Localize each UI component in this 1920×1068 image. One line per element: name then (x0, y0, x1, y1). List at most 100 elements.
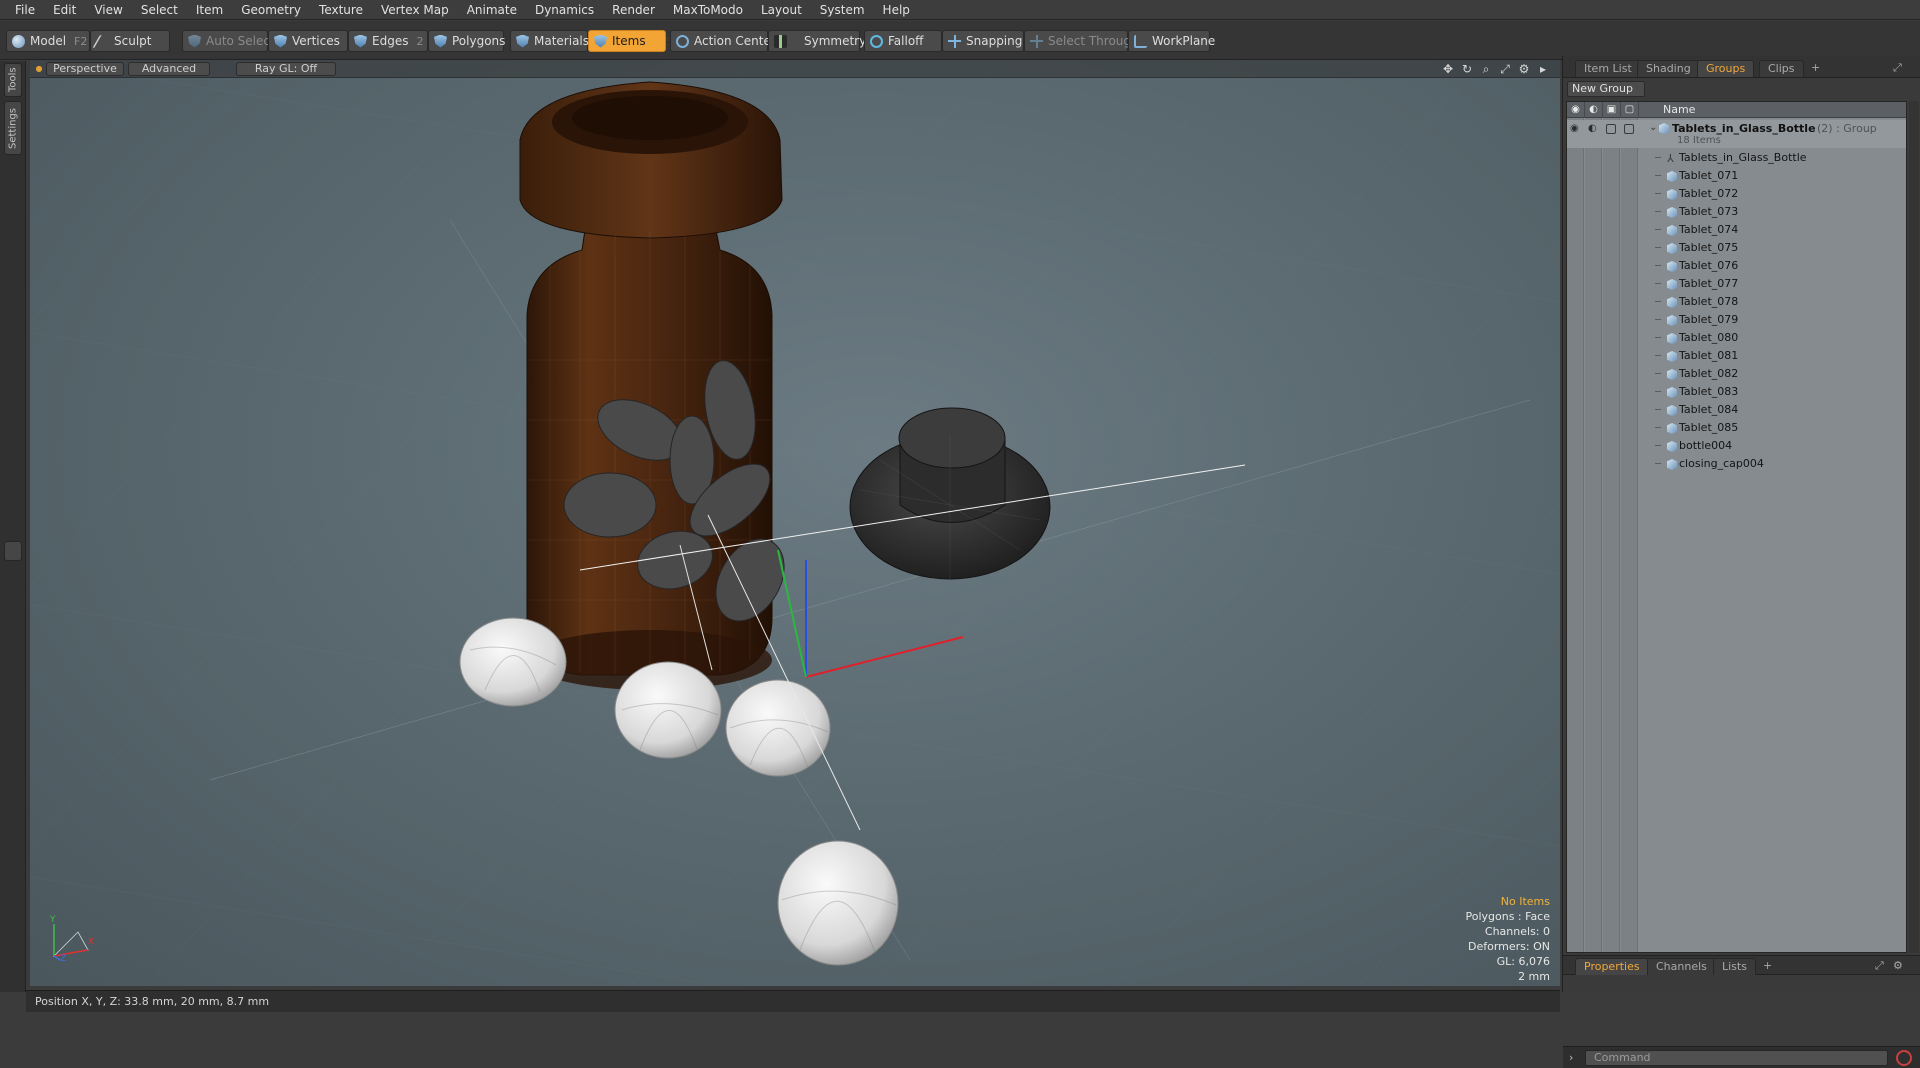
menu-vertex-map[interactable]: Vertex Map (372, 0, 458, 20)
tree-item-tablet-077[interactable]: Tablet_077 (1567, 275, 1906, 293)
menu-bar: File Edit View Select Item Geometry Text… (0, 0, 1920, 20)
zoom-icon[interactable]: ⌕ (1479, 62, 1493, 76)
tree-item-tablet-081[interactable]: Tablet_081 (1567, 347, 1906, 365)
action-center-icon (676, 34, 689, 48)
menu-file[interactable]: File (6, 0, 44, 20)
select-column-icon[interactable]: ▢ (1621, 102, 1639, 118)
chevron-right-icon[interactable]: ▸ (1536, 62, 1550, 76)
collapse-icon[interactable]: ⌄ (1649, 119, 1657, 137)
tab-groups[interactable]: Groups (1697, 60, 1755, 77)
tree-item-tablet-078[interactable]: Tablet_078 (1567, 293, 1906, 311)
auto-select-icon (188, 34, 201, 48)
tree-item-tablet-075[interactable]: Tablet_075 (1567, 239, 1906, 257)
expand-icon[interactable]: ⤢ (1885, 60, 1910, 77)
visibility-column-icon[interactable]: ◉ (1567, 102, 1585, 118)
menu-geometry[interactable]: Geometry (232, 0, 310, 20)
items-button[interactable]: Items5 (588, 30, 673, 52)
tree-item-tablet-079[interactable]: Tablet_079 (1567, 311, 1906, 329)
edges-button[interactable]: Edges 2 (348, 30, 428, 52)
mesh-icon (1667, 171, 1677, 182)
menu-animate[interactable]: Animate (458, 0, 526, 20)
group-row[interactable]: ◉ ◐ ⌄ Tablets_in_Glass_Bottle (2) : Grou… (1567, 119, 1906, 148)
action-center-button[interactable]: Action Center (670, 30, 776, 52)
polygons-button[interactable]: Polygons (428, 30, 505, 52)
tree-item-tablet-085[interactable]: Tablet_085 (1567, 419, 1906, 437)
name-column-header[interactable]: Name (1663, 102, 1695, 118)
gear-icon[interactable]: ⚙ (1517, 62, 1531, 76)
snapping-button[interactable]: Snapping (942, 30, 1024, 52)
tree-item-tablet-074[interactable]: Tablet_074 (1567, 221, 1906, 239)
mesh-icon (1667, 261, 1677, 272)
raygl-button[interactable]: Ray GL: Off (236, 62, 336, 76)
axis-y-label: Y (49, 915, 56, 925)
tab-item-list[interactable]: Item List (1575, 60, 1641, 77)
workplane-button[interactable]: WorkPlane (1128, 30, 1215, 52)
mesh-icon (1667, 405, 1677, 416)
tab-settings[interactable]: Settings (4, 101, 22, 155)
tree-item-tablet-073[interactable]: Tablet_073 (1567, 203, 1906, 221)
tab-tools[interactable]: Tools (4, 63, 22, 97)
menu-dynamics[interactable]: Dynamics (526, 0, 603, 20)
falloff-button[interactable]: Falloff (864, 30, 942, 52)
menu-layout[interactable]: Layout (752, 0, 811, 20)
new-group-button[interactable]: New Group (1567, 81, 1645, 97)
rotate-icon[interactable]: ↻ (1460, 62, 1474, 76)
mesh-icon (1667, 459, 1677, 470)
select-through-button[interactable]: Select Through (1024, 30, 1139, 52)
tree-item-tablet-083[interactable]: Tablet_083 (1567, 383, 1906, 401)
mesh-icon (1667, 315, 1677, 326)
fit-icon[interactable]: ⤢ (1498, 62, 1512, 76)
collapse-handle[interactable] (4, 541, 22, 561)
eye-icon[interactable]: ◉ (1570, 120, 1579, 138)
tree-item-tablet-080[interactable]: Tablet_080 (1567, 329, 1906, 347)
menu-edit[interactable]: Edit (44, 0, 85, 20)
select-checkbox[interactable] (1624, 124, 1634, 134)
tab-clips[interactable]: Clips (1759, 60, 1804, 77)
tab-channels[interactable]: Channels (1647, 958, 1716, 975)
tree-item-closing-cap004[interactable]: closing_cap004 (1567, 455, 1906, 473)
add-tab-button[interactable]: + (1803, 60, 1828, 77)
symmetry-button[interactable]: Symmetry (768, 30, 866, 52)
vertices-button[interactable]: Vertices1 (268, 30, 355, 52)
menu-maxtomodo[interactable]: MaxToModo (664, 0, 752, 20)
tree-item-tablets-locator[interactable]: ⅄ Tablets_in_Glass_Bottle (1567, 149, 1906, 167)
model-mode-button[interactable]: Model F2 (6, 30, 90, 52)
tree-item-tablet-071[interactable]: Tablet_071 (1567, 167, 1906, 185)
menu-texture[interactable]: Texture (310, 0, 372, 20)
tab-shading[interactable]: Shading (1637, 60, 1700, 77)
menu-item[interactable]: Item (187, 0, 232, 20)
3d-viewport[interactable]: ● Perspective Advanced Ray GL: Off ✥ ↻ ⌕… (30, 60, 1560, 986)
tree-scrollbar[interactable] (1909, 101, 1919, 953)
render-column-icon[interactable]: ◐ (1585, 102, 1603, 118)
tab-lists[interactable]: Lists (1713, 958, 1756, 975)
tree-item-tablet-076[interactable]: Tablet_076 (1567, 257, 1906, 275)
right-panel: Item List Shading Groups Clips + ⤢ New G… (1562, 56, 1920, 1068)
tree-item-tablet-072[interactable]: Tablet_072 (1567, 185, 1906, 203)
record-icon[interactable] (1896, 1050, 1912, 1066)
render-toggle-icon[interactable]: ◐ (1588, 120, 1597, 138)
menu-system[interactable]: System (811, 0, 874, 20)
lock-column-icon[interactable]: ▣ (1603, 102, 1621, 118)
menu-render[interactable]: Render (603, 0, 664, 20)
add-properties-tab-button[interactable]: + (1755, 958, 1780, 975)
menu-view[interactable]: View (85, 0, 131, 20)
properties-gear-icon[interactable]: ⚙ (1885, 958, 1911, 975)
materials-button[interactable]: Materials (510, 30, 589, 52)
properties-area (1563, 976, 1920, 990)
menu-select[interactable]: Select (132, 0, 187, 20)
command-expand-icon[interactable]: › (1569, 1051, 1573, 1064)
view-mode-button[interactable]: Perspective (46, 62, 124, 76)
tree-item-tablet-082[interactable]: Tablet_082 (1567, 365, 1906, 383)
lock-checkbox[interactable] (1606, 124, 1616, 134)
pan-icon[interactable]: ✥ (1441, 62, 1455, 76)
sculpt-mode-button[interactable]: Sculpt (90, 30, 170, 52)
tree-item-bottle004[interactable]: bottle004 (1567, 437, 1906, 455)
tab-properties[interactable]: Properties (1575, 958, 1649, 975)
menu-help[interactable]: Help (874, 0, 919, 20)
tree-item-tablet-084[interactable]: Tablet_084 (1567, 401, 1906, 419)
command-input[interactable]: Command (1585, 1050, 1888, 1066)
auto-select-button[interactable]: Auto Select (182, 30, 275, 52)
group-icon (1659, 123, 1669, 134)
shading-mode-button[interactable]: Advanced (128, 62, 210, 76)
viewport-menu-dot[interactable]: ● (32, 62, 46, 76)
